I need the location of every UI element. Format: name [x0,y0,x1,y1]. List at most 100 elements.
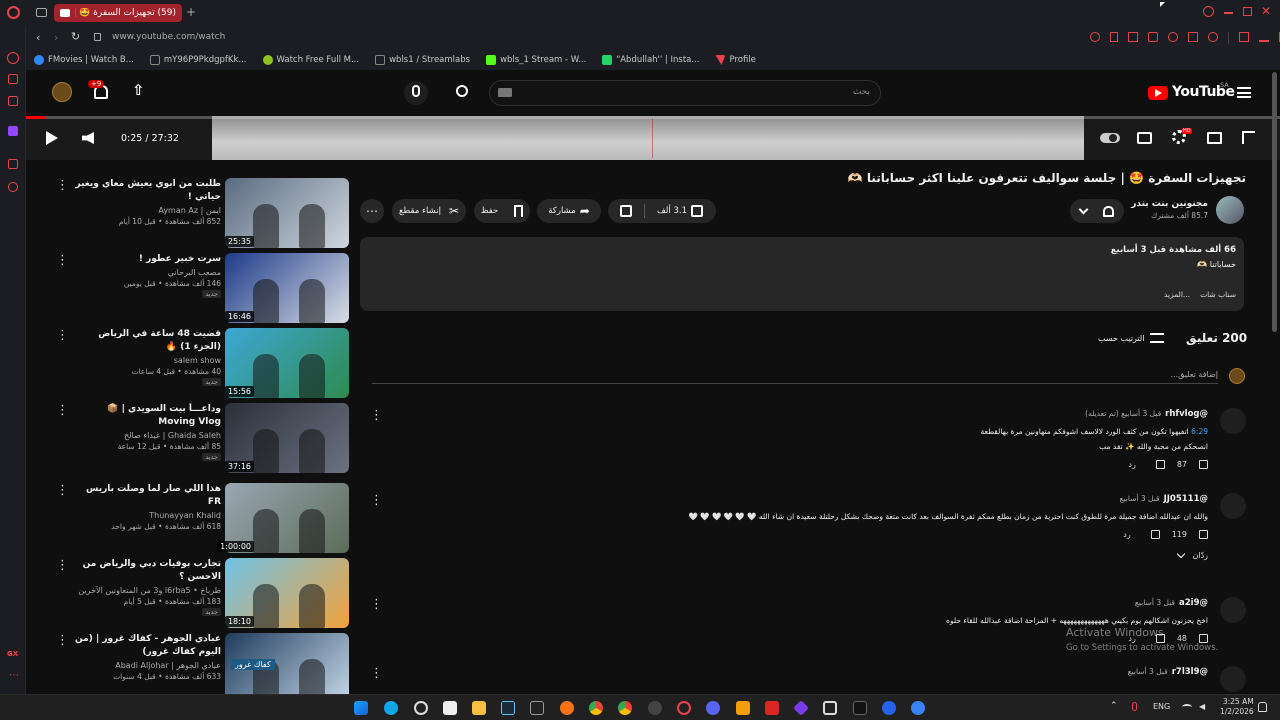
app-icon[interactable] [911,701,925,715]
comment-more-icon[interactable]: ⋮ [370,597,383,612]
edge-icon[interactable] [384,701,398,715]
comment-author[interactable]: @rhfvlog [1165,409,1208,419]
progress-bar[interactable] [26,116,1280,119]
bookmarks-icon[interactable] [8,159,18,169]
chrome-profile-icon[interactable] [618,701,632,715]
save-button[interactable]: حفظ [474,199,530,223]
keyboard-icon[interactable] [498,88,512,97]
aria-icon[interactable] [7,52,19,64]
recommendation-item[interactable]: ⋮ تجارب بوفيات دبي والرياض من الاحسن ؟ طرب… [50,558,350,630]
volume-tray-icon[interactable]: ◀ [1199,702,1205,711]
vpn-icon[interactable] [1168,32,1178,42]
forward-icon[interactable]: › [54,31,58,44]
opera-logo-icon[interactable] [7,6,20,19]
start-windows-icon[interactable] [354,701,368,715]
recommendation-item[interactable]: ⋮ طلبت من ابوي يعيش معاي ويغير حياتي ! ايم… [50,178,350,250]
comment-more-icon[interactable]: ⋮ [370,666,383,681]
twitch-icon[interactable] [8,126,18,136]
recommendation-channel[interactable]: مصعب البرحاني [74,268,221,277]
more-options-icon[interactable]: ⋮ [56,634,69,647]
recommendation-title[interactable]: قضيت 48 ساعة في الرياض (الجزء 1) 🔥 [74,328,221,354]
commenter-avatar[interactable] [1220,493,1246,519]
wallet-icon[interactable] [1239,32,1249,42]
upload-icon[interactable]: ⇧ [132,81,145,99]
dislike-icon[interactable] [620,205,632,217]
like-icon[interactable] [1199,460,1208,469]
recommendation-item[interactable]: ⋮ سرت خبير عطور ! مصعب البرحاني 146 ألف مشا… [50,253,350,325]
recommendation-item[interactable]: ⋮ قضيت 48 ساعة في الرياض (الجزء 1) 🔥 salem… [50,328,350,400]
dislike-icon[interactable] [1155,460,1165,469]
recommendation-title[interactable]: وداعـــاً بيت السويدي | 📦 Moving Vlog [74,403,221,429]
settings-gear-icon[interactable] [414,701,428,715]
more-options-icon[interactable]: ⋮ [56,254,69,267]
more-dots-icon[interactable]: ⋯ [9,670,19,681]
zoom-icon[interactable] [1090,32,1100,42]
search-tabs-icon[interactable] [1203,6,1214,17]
wifi-icon[interactable] [1182,704,1192,710]
recommendation-item[interactable]: ⋮ وداعـــاً بيت السويدي | 📦 Moving Vlog Gh… [50,403,350,475]
play-icon[interactable] [46,131,58,145]
recommendation-channel[interactable]: عبادي الجوهر | Abadi Aljohar [74,661,221,670]
volume-icon[interactable] [82,132,94,144]
comment-author[interactable]: @a2i9 [1179,598,1208,608]
show-more-link[interactable]: ...المزيد [1164,290,1190,299]
app-icon[interactable] [560,701,574,715]
shield-icon[interactable] [1148,32,1158,42]
subtitles-icon[interactable] [1137,132,1152,144]
app-icon[interactable] [793,700,809,716]
tray-chevron-icon[interactable]: ⌃ [1110,701,1118,711]
page-scrollbar[interactable] [1272,72,1277,332]
subscribe-bell-button[interactable] [1070,199,1124,223]
gx-icon[interactable]: GX [7,650,18,658]
clip-button[interactable]: إنشاء مقطع ✂ [392,199,466,223]
file-explorer-icon[interactable] [472,701,486,715]
recommendation-channel[interactable]: ايمن | Ayman Az [74,206,221,215]
bookmark-item[interactable]: "Abdullah'' | Insta... [602,55,699,65]
recommendation-title[interactable]: تجارب بوفيات دبي والرياض من الاحسن ؟ [74,558,221,584]
close-icon[interactable]: ✕ [1261,4,1271,18]
channel-avatar[interactable] [1216,196,1244,224]
more-options-icon[interactable]: ⋮ [56,404,69,417]
notification-bell-icon[interactable] [1258,702,1267,712]
autoplay-toggle[interactable] [1100,133,1120,143]
search-input[interactable]: بحث [489,80,881,106]
back-icon[interactable]: ‹ [36,31,40,44]
bookmark-item[interactable]: Profile [715,55,756,65]
comment-author[interactable]: @JJ05111 [1164,494,1208,504]
like-icon[interactable] [1199,530,1208,539]
like-count[interactable]: 3.1 ألف [657,206,687,216]
language-indicator[interactable]: ENG [1153,702,1170,711]
bookmark-item[interactable]: mY96P9PkdgpfKk... [149,55,247,65]
minimize-icon[interactable] [1224,12,1233,14]
github-icon[interactable] [648,701,662,715]
description-box[interactable]: 66 ألف مشاهدة قبل 3 أسابيع حساباتنا 🫶🏻 س… [360,237,1244,311]
comment-more-icon[interactable]: ⋮ [370,408,383,423]
search-button[interactable] [454,83,474,103]
reply-button[interactable]: رد [1128,460,1135,469]
more-options-icon[interactable]: ⋮ [56,484,69,497]
account-avatar[interactable] [52,82,72,102]
clock[interactable]: 3:25 AM 1/2/2026 [1220,697,1254,717]
commenter-avatar[interactable] [1220,597,1246,623]
opera-gx-icon[interactable] [677,701,691,715]
capcut-icon[interactable] [823,701,837,715]
heart-icon[interactable] [1208,32,1218,42]
steam-icon[interactable] [501,701,515,715]
recommendation-title[interactable]: عبادي الجوهر - كفاك غرور | (من اليوم كفا… [74,633,221,659]
timestamp-link[interactable]: 6:29 [1191,427,1208,436]
app-icon[interactable] [882,701,896,715]
commenter-avatar[interactable] [1220,408,1246,434]
comment-more-icon[interactable]: ⋮ [370,493,383,508]
recommendation-title[interactable]: هذا اللي صار لما وصلت باريس FR [74,483,221,509]
more-options-icon[interactable]: ⋮ [56,179,69,192]
chrome-icon[interactable] [589,701,603,715]
show-replies-button[interactable]: ردّان [360,549,1208,560]
add-comment-input[interactable]: إضافة تعليق... [372,370,1218,384]
extensions-icon[interactable] [8,74,18,84]
hamburger-menu-icon[interactable] [1237,87,1251,98]
share-button[interactable]: مشاركة ➦ [537,199,601,223]
comment-author[interactable]: @r7l3l9 [1172,667,1208,677]
more-options-icon[interactable]: ⋮ [56,559,69,572]
snapshot-icon[interactable] [1128,32,1138,42]
like-icon[interactable] [690,205,703,217]
